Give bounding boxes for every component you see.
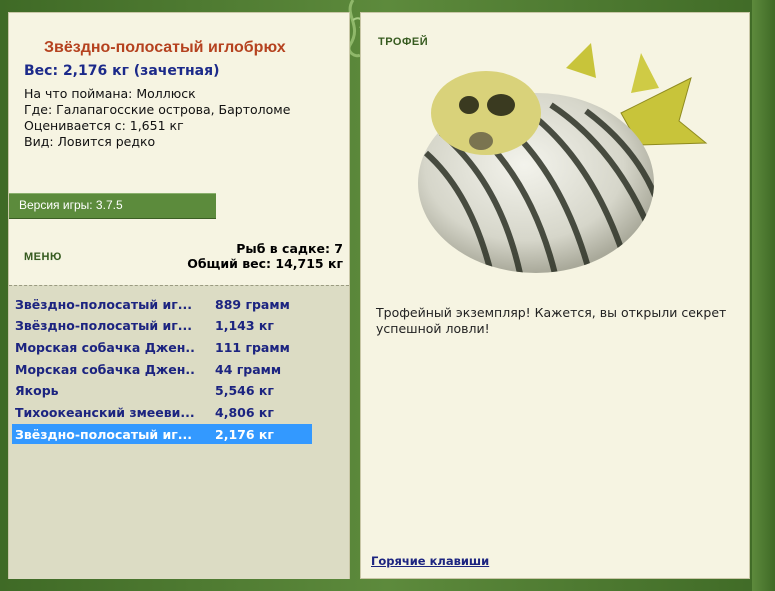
catch-list-item[interactable]: Якорь 5,546 кг <box>12 380 312 400</box>
right-panel: ТРОФЕЙ Трофейный экземпляр! Кажется, вы … <box>360 12 750 579</box>
menu-button[interactable]: МЕНЮ <box>24 251 62 263</box>
catch-name: Звёздно-полосатый иг... <box>15 297 193 312</box>
fish-title: Звёздно-полосатый иглобрюх <box>44 39 286 56</box>
catch-list-item[interactable]: Звёздно-полосатый иг... 1,143 кг <box>12 315 312 335</box>
catch-name: Звёздно-полосатый иг... <box>15 318 193 333</box>
fish-location: Где: Галапагосские острова, Бартоломе <box>24 102 291 117</box>
catch-list: Звёздно-полосатый иг... 889 грамм Звёздн… <box>9 285 349 579</box>
catch-weight: 2,176 кг <box>215 427 274 442</box>
cage-count: Рыб в садке: 7 <box>236 241 343 256</box>
catch-list-item[interactable]: Тихоокеанский змееви... 4,806 кг <box>12 402 312 422</box>
pufferfish-image <box>418 43 708 273</box>
catch-list-item-selected[interactable]: Звёздно-полосатый иг... 2,176 кг <box>12 424 312 444</box>
catch-weight: 5,546 кг <box>215 383 274 398</box>
fish-weight: Вес: 2,176 кг (зачетная) <box>24 63 220 79</box>
catch-list-item[interactable]: Звёздно-полосатый иг... 889 грамм <box>12 294 312 314</box>
fish-kind: Вид: Ловится редко <box>24 134 156 149</box>
cage-total-weight: Общий вес: 14,715 кг <box>187 256 343 271</box>
trophy-text: Трофейный экземпляр! Кажется, вы открыли… <box>376 305 727 336</box>
catch-name: Морская собачка Джен... <box>15 340 195 355</box>
fish-info: Звёздно-полосатый иглобрюх Вес: 2,176 кг… <box>9 13 349 193</box>
fish-valued-from: Оценивается с: 1,651 кг <box>24 118 184 133</box>
catch-list-item[interactable]: Морская собачка Джен... 111 грамм <box>12 337 312 357</box>
catch-weight: 889 грамм <box>215 297 290 312</box>
catch-weight: 44 грамм <box>215 362 282 377</box>
frame-edge <box>752 0 775 591</box>
catch-name: Морская собачка Джен... <box>15 362 195 377</box>
catch-name: Тихоокеанский змееви... <box>15 405 195 420</box>
hotkeys-link[interactable]: Горячие клавиши <box>371 554 489 568</box>
catch-name: Звёздно-полосатый иг... <box>15 427 193 442</box>
catch-weight: 1,143 кг <box>215 318 274 333</box>
left-panel: Звёздно-полосатый иглобрюх Вес: 2,176 кг… <box>8 12 350 579</box>
catch-list-item[interactable]: Морская собачка Джен... 44 грамм <box>12 359 312 379</box>
version-label: Версия игры: 3.7.5 <box>19 198 123 212</box>
catch-name: Якорь <box>15 383 59 398</box>
catch-weight: 111 грамм <box>215 340 290 355</box>
version-bar: Версия игры: 3.7.5 <box>9 193 216 219</box>
fish-bait: На что поймана: Моллюск <box>24 86 196 101</box>
catch-weight: 4,806 кг <box>215 405 274 420</box>
